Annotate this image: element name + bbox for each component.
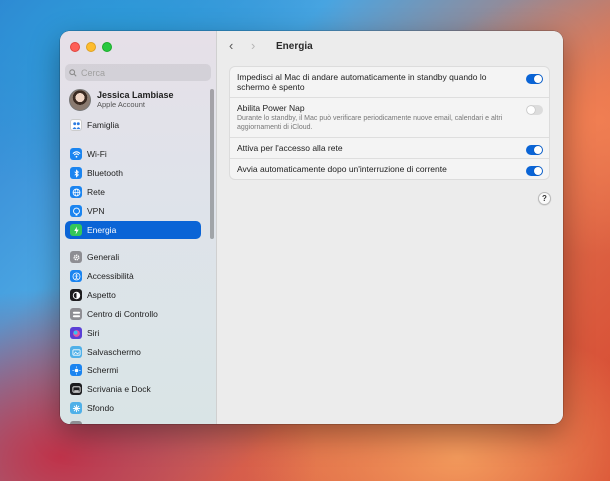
setting-row: Abilita Power Nap Durante lo standby, il …: [230, 98, 549, 138]
account-item[interactable]: Jessica Lambiase Apple Account: [69, 89, 174, 111]
siri-icon: [70, 327, 82, 339]
window-controls: [70, 42, 112, 52]
sidebar-item-siri[interactable]: Siri: [65, 324, 201, 342]
sidebar-item-label: Siri: [87, 328, 100, 338]
family-icon: [70, 119, 82, 131]
back-button[interactable]: ‹: [229, 39, 241, 52]
minimize-button[interactable]: [86, 42, 96, 52]
sidebar-item-bluetooth[interactable]: Bluetooth: [65, 164, 201, 182]
sidebar-item-label: Rete: [87, 187, 105, 197]
dock-icon: [70, 383, 82, 395]
bluetooth-icon: [70, 167, 82, 179]
sidebar-item-aspetto[interactable]: Aspetto: [65, 286, 201, 304]
sidebar-item-salvaschermo[interactable]: Salvaschermo: [65, 343, 201, 361]
setting-row: Avvia automaticamente dopo un'interruzio…: [230, 159, 549, 179]
sidebar-item-energia[interactable]: Energia: [65, 221, 201, 239]
sidebar-item-label: Centro di Controllo: [87, 309, 158, 319]
sidebar-item-label: Sfondo: [87, 403, 114, 413]
sidebar: Jessica Lambiase Apple Account Famiglia W…: [60, 31, 217, 424]
setting-toggle[interactable]: [526, 74, 543, 84]
sidebar-item-label: Bluetooth: [87, 168, 123, 178]
toolbar: ‹ › Energia: [217, 31, 563, 61]
sidebar-item-scrivania-e-dock[interactable]: Scrivania e Dock: [65, 380, 201, 398]
forward-button[interactable]: ›: [251, 39, 263, 52]
battery-icon: [70, 224, 82, 236]
vpn-icon: [70, 205, 82, 217]
sidebar-item-generali[interactable]: Generali: [65, 248, 201, 266]
control-center-icon: [70, 308, 82, 320]
close-button[interactable]: [70, 42, 80, 52]
search-icon: [69, 68, 77, 77]
sidebar-scrollbar[interactable]: [210, 89, 214, 239]
avatar: [69, 89, 91, 111]
spotlight-icon: [70, 421, 82, 424]
sidebar-item-vpn[interactable]: VPN: [65, 202, 201, 220]
settings-group: Impedisci al Mac di andare automaticamen…: [229, 66, 550, 180]
sidebar-item-rete[interactable]: Rete: [65, 183, 201, 201]
sidebar-item-label: Spotlight: [87, 422, 120, 424]
page-title: Energia: [276, 40, 313, 52]
accessibility-icon: [70, 270, 82, 282]
globe-icon: [70, 186, 82, 198]
setting-label: Attiva per l'accesso alla rete: [237, 143, 343, 153]
sidebar-item-label: Wi-Fi: [87, 149, 107, 159]
gear-icon: [70, 251, 82, 263]
wifi-icon: [70, 148, 82, 160]
account-subtitle: Apple Account: [97, 100, 145, 109]
wallpaper-icon: [70, 402, 82, 414]
setting-row: Attiva per l'accesso alla rete: [230, 138, 549, 159]
sidebar-item-label: Scrivania e Dock: [87, 384, 151, 394]
setting-label: Impedisci al Mac di andare automaticamen…: [237, 72, 487, 92]
sidebar-item-spotlight[interactable]: Spotlight: [65, 418, 201, 424]
help-button[interactable]: ?: [538, 192, 551, 205]
sidebar-item-schermi[interactable]: Schermi: [65, 361, 201, 379]
setting-description: Durante lo standby, il Mac può verificar…: [237, 115, 503, 131]
screensaver-icon: [70, 346, 82, 358]
sidebar-item-label: Generali: [87, 252, 120, 262]
setting-label: Avvia automaticamente dopo un'interruzio…: [237, 164, 447, 174]
sidebar-item-famiglia[interactable]: Famiglia: [65, 116, 201, 134]
sidebar-item-wi-fi[interactable]: Wi-Fi: [65, 145, 201, 163]
sidebar-item-label: Energia: [87, 225, 117, 235]
appearance-icon: [70, 289, 82, 301]
maximize-button[interactable]: [102, 42, 112, 52]
setting-label: Abilita Power Nap: [237, 103, 305, 113]
sidebar-item-sfondo[interactable]: Sfondo: [65, 399, 201, 417]
sidebar-item-label: Schermi: [87, 365, 119, 375]
sidebar-item-accessibilità[interactable]: Accessibilità: [65, 267, 201, 285]
sidebar-item-label: Famiglia: [87, 120, 120, 130]
account-name: Jessica Lambiase: [97, 90, 174, 100]
setting-toggle[interactable]: [526, 105, 543, 115]
search-input[interactable]: [81, 67, 201, 78]
sidebar-item-label: Aspetto: [87, 290, 116, 300]
main-panel: ‹ › Energia Impedisci al Mac di andare a…: [217, 31, 563, 424]
setting-toggle[interactable]: [526, 166, 543, 176]
display-icon: [70, 364, 82, 376]
sidebar-item-label: VPN: [87, 206, 105, 216]
setting-row: Impedisci al Mac di andare automaticamen…: [230, 67, 549, 98]
setting-toggle[interactable]: [526, 145, 543, 155]
search-field[interactable]: [65, 64, 211, 81]
sidebar-item-centro-di-controllo[interactable]: Centro di Controllo: [65, 305, 201, 323]
sidebar-item-label: Accessibilità: [87, 271, 134, 281]
sidebar-item-label: Salvaschermo: [87, 347, 141, 357]
settings-window: Jessica Lambiase Apple Account Famiglia W…: [60, 31, 563, 424]
